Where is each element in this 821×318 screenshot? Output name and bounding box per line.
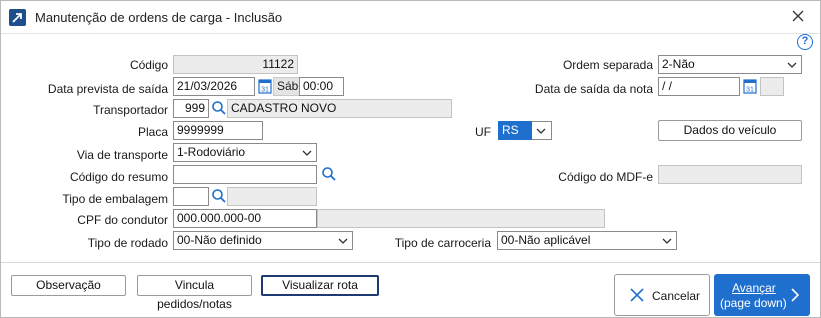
tipo-rodado-value: 00-Não definido xyxy=(177,233,262,247)
via-transporte-select[interactable]: 1-Rodoviário xyxy=(173,143,317,162)
help-icon[interactable]: ? xyxy=(797,34,813,50)
chevron-down-icon xyxy=(536,128,546,134)
svg-text:31: 31 xyxy=(261,87,269,94)
ordem-separada-select[interactable]: 2-Não xyxy=(658,55,802,74)
cancel-button[interactable]: Cancelar xyxy=(614,274,710,316)
chevron-down-icon xyxy=(338,238,348,244)
placa-label: Placa xyxy=(137,125,168,139)
via-transporte-value: 1-Rodoviário xyxy=(177,145,246,159)
weekday-badge: Sáb xyxy=(273,77,303,96)
title-bar: Manutenção de ordens de carga - Inclusão xyxy=(1,1,820,34)
uf-select[interactable]: RS xyxy=(498,121,532,140)
data-prevista-label: Data prevista de saída xyxy=(47,82,168,96)
app-arrow-icon xyxy=(9,9,26,26)
search-icon[interactable] xyxy=(211,188,227,204)
tipo-carroceria-label: Tipo de carroceria xyxy=(394,236,491,250)
footer-divider xyxy=(1,262,820,263)
codigo-resumo-input[interactable] xyxy=(173,165,317,184)
tipo-embalagem-label: Tipo de embalagem xyxy=(62,192,168,206)
window-title: Manutenção de ordens de carga - Inclusão xyxy=(35,10,283,25)
tipo-carroceria-select[interactable]: 00-Não aplicável xyxy=(497,231,677,250)
close-icon[interactable] xyxy=(790,8,806,24)
codigo-field: 11122 xyxy=(173,55,298,74)
next-button[interactable]: Avançar (page down) xyxy=(714,274,810,316)
tipo-embalagem-desc-field xyxy=(227,187,317,206)
chevron-down-icon xyxy=(662,238,672,244)
chevron-down-icon xyxy=(787,62,797,68)
transportador-label: Transportador xyxy=(93,103,168,117)
tipo-embalagem-code-input[interactable] xyxy=(173,187,209,206)
visualizar-rota-button[interactable]: Visualizar rota xyxy=(261,275,379,296)
placa-input[interactable]: 9999999 xyxy=(173,121,263,140)
tipo-rodado-select[interactable]: 00-Não definido xyxy=(173,231,353,250)
uf-label: UF xyxy=(475,125,491,139)
search-icon[interactable] xyxy=(211,100,227,116)
vincula-pedidos-button[interactable]: Vincula pedidos/notas xyxy=(137,275,252,311)
condutor-name-field xyxy=(317,209,605,228)
transportador-code-input[interactable]: 999 xyxy=(173,99,209,118)
ordem-separada-label: Ordem separada xyxy=(562,58,653,72)
search-icon[interactable] xyxy=(321,166,337,182)
codigo-mdfe-field xyxy=(658,165,802,184)
close-icon xyxy=(630,288,644,302)
tipo-rodado-label: Tipo de rodado xyxy=(87,236,168,250)
cpf-condutor-input[interactable]: 000.000.000-00 xyxy=(173,209,317,228)
codigo-mdfe-label: Código do MDF-e xyxy=(558,170,653,184)
observacao-button[interactable]: Observação xyxy=(11,275,126,296)
dialog-window: Manutenção de ordens de carga - Inclusão… xyxy=(0,0,821,318)
data-prevista-input[interactable]: 21/03/2026 xyxy=(173,77,255,96)
data-saida-nota-label: Data de saída da nota xyxy=(534,82,653,96)
data-saida-nota-input[interactable]: / / xyxy=(658,77,740,96)
codigo-resumo-label: Código do resumo xyxy=(69,170,168,184)
codigo-label: Código xyxy=(129,58,168,72)
chevron-down-icon xyxy=(302,150,312,156)
tipo-carroceria-value: 00-Não aplicável xyxy=(501,233,591,247)
svg-text:31: 31 xyxy=(746,87,754,94)
next-label: Avançar xyxy=(732,281,776,295)
dados-veiculo-button[interactable]: Dados do veículo xyxy=(658,120,802,141)
uf-dropdown-button[interactable] xyxy=(532,121,552,140)
ordem-separada-value: 2-Não xyxy=(662,57,695,71)
calendar-icon[interactable]: 31 xyxy=(258,78,272,94)
calendar-icon[interactable]: 31 xyxy=(743,78,757,94)
via-transporte-label: Via de transporte xyxy=(76,148,168,162)
chevron-right-icon xyxy=(791,288,800,302)
cpf-condutor-label: CPF do condutor xyxy=(77,213,168,227)
transportador-name-field: CADASTRO NOVO xyxy=(227,99,452,118)
next-hint: (page down) xyxy=(720,296,787,310)
hora-prevista-input[interactable]: 00:00 xyxy=(299,77,344,96)
hora-saida-nota-field xyxy=(760,77,784,96)
cancel-label: Cancelar xyxy=(652,289,701,303)
